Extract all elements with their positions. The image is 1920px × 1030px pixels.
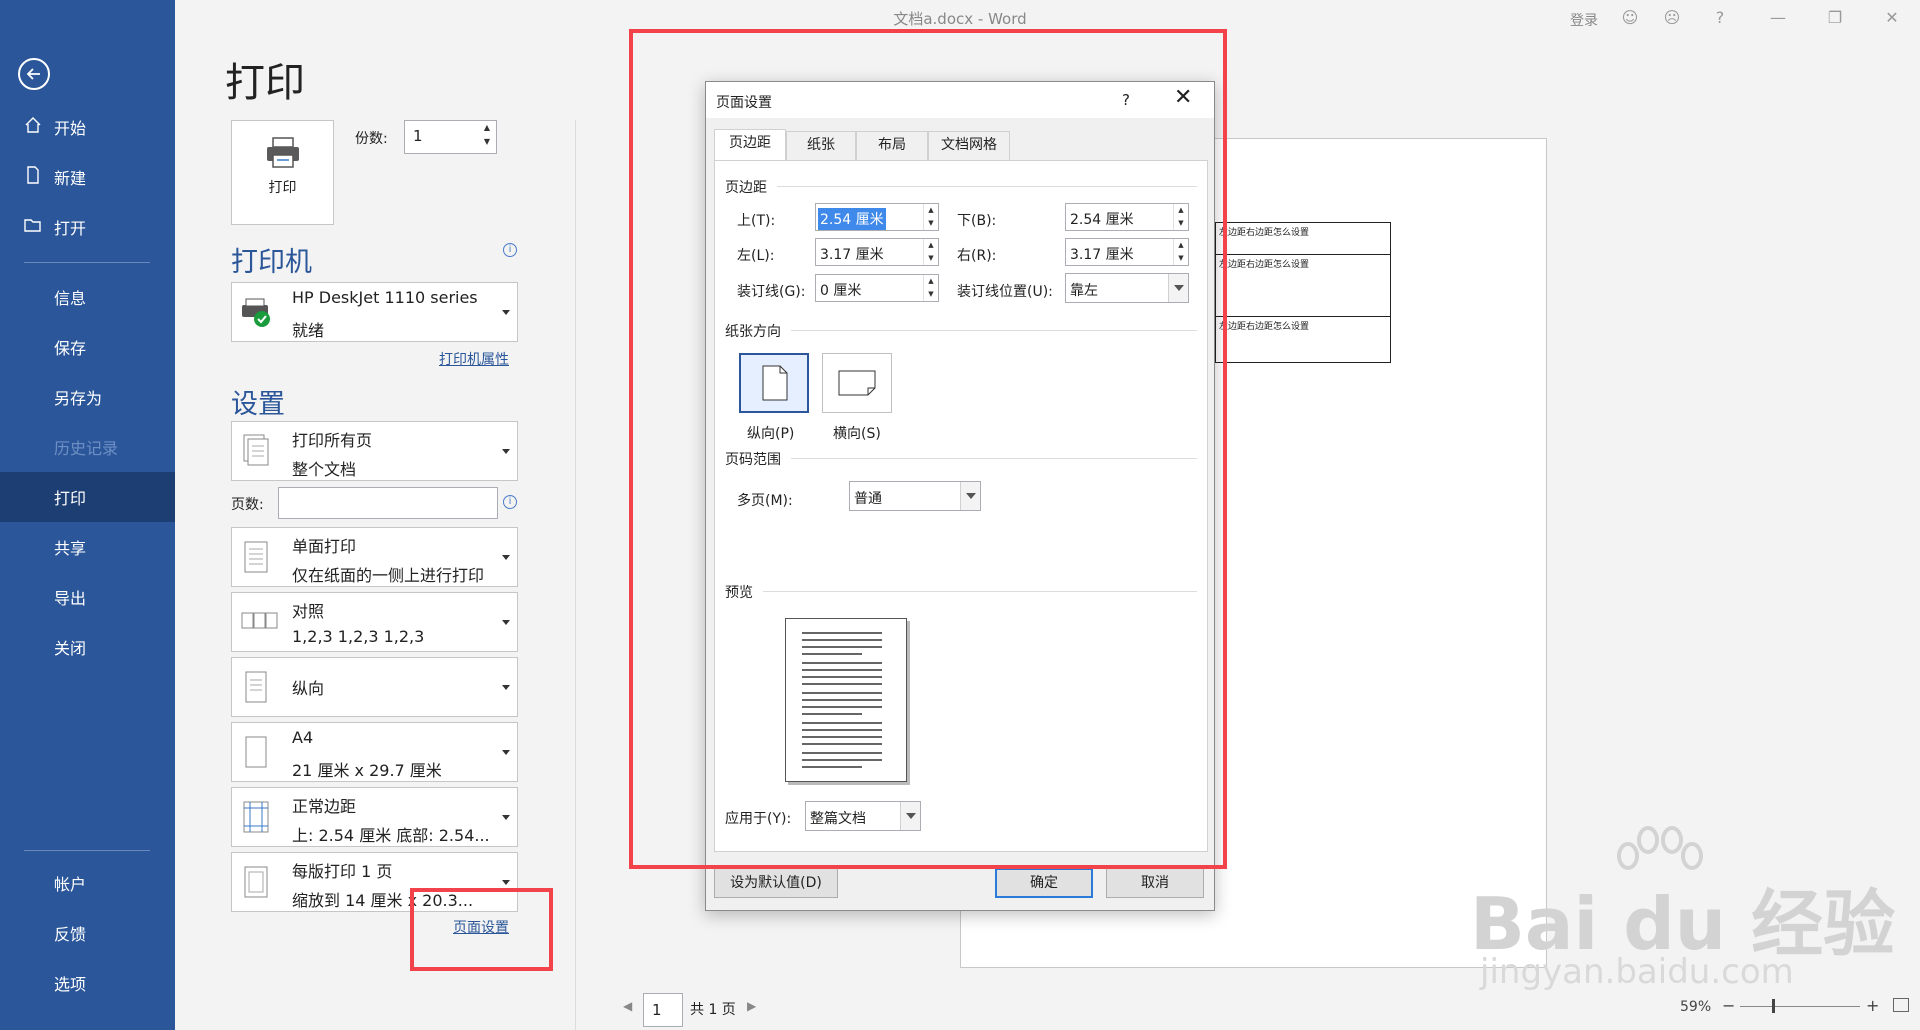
nav-item-account[interactable]: 帐户 [0,858,175,908]
chevron-down-icon [502,620,510,625]
nav-item-export[interactable]: 导出 [0,572,175,622]
margins-icon [243,801,269,833]
zoom-out-icon[interactable]: − [1722,996,1735,1015]
nav-item-options[interactable]: 选项 [0,958,175,1008]
zoom-slider[interactable] [1740,1006,1860,1007]
chevron-down-icon [502,880,510,885]
copies-label: 份数: [355,131,388,147]
window-title: 文档a.docx - Word [893,10,1027,28]
printer-properties-link[interactable]: 打印机属性 [439,349,509,369]
chevron-down-icon [502,449,510,454]
info-icon[interactable]: i [503,495,517,509]
ok-button[interactable]: 确定 [995,868,1093,898]
fit-page-icon[interactable] [1893,998,1909,1012]
table-cell: 左边距右边距怎么设置 [1215,316,1391,363]
cancel-button[interactable]: 取消 [1106,868,1204,898]
printer-select[interactable]: HP DeskJet 1110 series 就绪 [231,282,518,342]
zoom-slider-thumb[interactable] [1772,999,1775,1013]
nav-item-open[interactable]: 打开 [0,202,175,252]
page-number-input[interactable]: 1 [643,993,683,1027]
paper-icon [245,736,267,768]
nav-item-close[interactable]: 关闭 [0,622,175,672]
chevron-down-icon [502,310,510,315]
nav-item-history: 历史记录 [54,439,119,458]
chevron-down-icon [502,685,510,690]
pages-per-sheet-icon [244,866,268,898]
back-arrow-icon [26,68,40,80]
new-doc-icon [24,166,46,188]
panel-divider [575,120,576,1030]
zoom-level[interactable]: 59% [1680,999,1711,1015]
copies-stepper[interactable]: ▲ ▼ [479,121,495,153]
page-total: 共 1 页 [690,1002,736,1018]
annotation-box-page-setup [410,888,553,971]
pages-icon [243,434,269,466]
minimize-icon[interactable]: — [1768,8,1788,28]
print-button-label: 打印 [268,180,297,196]
printer-name: HP DeskJet 1110 series [292,288,478,307]
annotation-box-dialog [629,29,1227,869]
nav-separator [24,262,150,263]
printer-icon [267,137,299,168]
set-default-button[interactable]: 设为默认值(D) [714,868,838,898]
nav-separator [24,850,150,851]
home-icon [24,116,46,138]
paper-size-select[interactable]: A4 21 厘米 x 29.7 厘米 [231,722,518,782]
portrait-page-icon [245,671,267,703]
print-button[interactable]: 打印 [231,120,334,225]
backstage-nav: 开始 新建 打开 信息 保存 另存为 历史记录 打印 共享 导出 关闭 帐户 反… [0,0,175,1030]
nav-item-save-as[interactable]: 另存为 [0,372,175,422]
printer-heading: 打印机 [231,247,312,278]
nav-item-info[interactable]: 信息 [0,272,175,322]
next-page-icon[interactable]: ▶ [747,999,756,1013]
printer-status: 就绪 [292,321,325,340]
frown-icon[interactable]: ☹ [1662,8,1682,28]
page-title: 打印 [225,60,305,106]
nav-item-save[interactable]: 保存 [0,322,175,372]
login-link[interactable]: 登录 [1570,10,1598,30]
single-sided-icon [244,541,268,573]
back-button[interactable] [18,58,50,90]
nav-item-home[interactable]: 开始 [0,102,175,152]
settings-heading: 设置 [231,389,285,420]
collate-select[interactable]: 对照 1,2,3 1,2,3 1,2,3 [231,592,518,652]
zoom-in-icon[interactable]: + [1866,996,1879,1015]
nav-item-print[interactable]: 打印 [0,472,175,522]
table-cell: 左边距右边距怎么设置 [1215,254,1391,317]
margins-select[interactable]: 正常边距 上: 2.54 厘米 底部: 2.54... [231,787,518,847]
watermark-url: jingyan.baidu.com [1480,952,1794,992]
chevron-down-icon [502,555,510,560]
nav-item-feedback[interactable]: 反馈 [0,908,175,958]
table-cell: 左边距右边距怎么设置 [1215,222,1391,255]
baidu-watermark: Bai du 经验 jingyan.baidu.com [1470,820,1900,992]
sides-select[interactable]: 单面打印 仅在纸面的一侧上进行打印 [231,527,518,587]
chevron-down-icon [502,750,510,755]
help-icon[interactable]: ? [1710,8,1730,28]
prev-page-icon[interactable]: ◀ [623,999,632,1013]
chevron-down-icon [502,815,510,820]
restore-icon[interactable]: ❐ [1825,8,1845,28]
info-icon[interactable]: i [503,243,517,257]
document-table: 左边距右边距怎么设置 左边距右边距怎么设置 左边距右边距怎么设置 [1215,222,1391,363]
collate-icon [241,612,278,629]
pages-input[interactable] [278,487,498,519]
nav-item-new[interactable]: 新建 [0,152,175,202]
orientation-select[interactable]: 纵向 [231,657,518,717]
pages-label: 页数: [231,497,264,513]
smile-icon[interactable]: ☺ [1620,8,1640,28]
nav-item-share[interactable]: 共享 [0,522,175,572]
folder-open-icon [24,216,46,238]
printer-ready-icon [242,298,270,327]
print-range-select[interactable]: 打印所有页 整个文档 [231,421,518,481]
close-window-icon[interactable]: ✕ [1882,8,1902,28]
